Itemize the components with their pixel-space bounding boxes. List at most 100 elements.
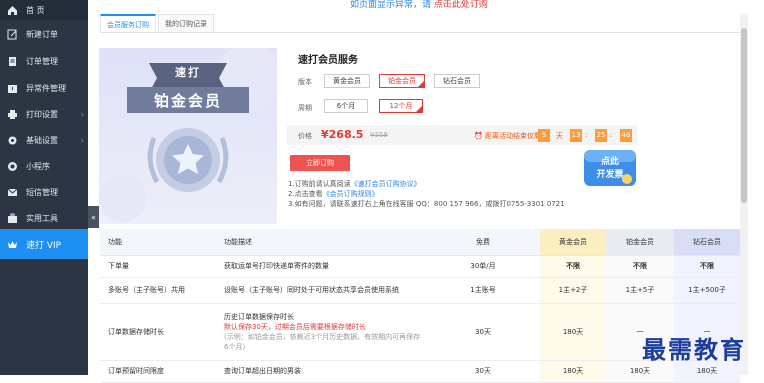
countdown-minutes: 25 <box>595 129 607 142</box>
sidebar-item-vip[interactable]: 速打 VIP <box>0 229 88 259</box>
cell-description: 历史订单数据保存时长 默认保存30天，过期会员后需要根据存储时长 (示例：如铂金… <box>216 303 426 361</box>
cycle-option-6m[interactable]: 6个月 <box>324 99 368 113</box>
sidebar-item-label: 异常件管理 <box>26 84 66 93</box>
description-note: (示例：如铂金会员，依赖近3个月历史数据，有效期内可再保存6个月） <box>224 332 421 351</box>
countdown-label-text: 距离活动结束仅剩 <box>484 132 541 140</box>
header-description: 功能描述 <box>216 229 426 256</box>
cell-description: 获取运单号打印快递单寄件的数量 <box>216 255 426 278</box>
product-image-ribbon: 速打 <box>175 66 201 79</box>
watermark: 最需教育 <box>642 335 746 364</box>
rules-link[interactable]: 《会员订购规则》 <box>323 190 379 198</box>
home-icon <box>7 5 18 16</box>
cell-feature: 下单量 <box>100 255 216 278</box>
table-header-row: 功能 功能描述 免费 黄金会员 铂金会员 钻石会员 <box>100 229 740 256</box>
sidebar-item-label: 短信管理 <box>26 188 58 197</box>
note-text: 1.订购前请认真阅读 <box>288 180 351 188</box>
tab-order-history[interactable]: 我的订购记录 <box>158 14 214 32</box>
product-image-banner: 铂金会员 <box>153 92 222 110</box>
collapse-sidebar-button[interactable]: « <box>88 206 99 228</box>
scrollbar[interactable] <box>740 14 748 375</box>
gear-icon <box>7 135 18 146</box>
sidebar-item-new-order[interactable]: 新建订单 <box>0 21 88 48</box>
top-notice-text: 如页面显示异常，请 <box>350 0 434 10</box>
table-row: 多账号（主子账号）共用 设账号（主子账号）同时处于可用状态共享会员使用系统 1主… <box>100 277 740 304</box>
chevron-right-icon: › <box>80 136 84 145</box>
product-title: 速打会员服务 <box>298 55 358 66</box>
countdown-hours: 13 <box>570 129 582 142</box>
header-free: 免费 <box>426 229 540 256</box>
cell-diamond: 1主+500子 <box>674 277 740 304</box>
version-option-platinum[interactable]: 铂金会员 <box>379 74 425 88</box>
countdown-days: 5 <box>538 129 550 142</box>
sidebar-item-label: 实用工具 <box>26 214 58 223</box>
original-price: ¥358 <box>370 131 388 139</box>
agreement-link[interactable]: 《速打会员订购协议》 <box>351 180 421 188</box>
cell-gold: 180天 <box>540 303 606 361</box>
sms-icon <box>7 187 18 198</box>
printer-icon <box>7 109 18 120</box>
sidebar-item-sms[interactable]: 短信管理 <box>0 179 88 206</box>
sidebar-item-miniprogram[interactable]: 小程序 <box>0 153 88 180</box>
sidebar-item-order-manage[interactable]: 订单管理 <box>0 48 88 75</box>
vip-icon <box>7 239 18 250</box>
header-feature: 功能 <box>100 229 216 256</box>
cell-feature: 订单数据存储时长 <box>100 303 216 361</box>
divider <box>100 32 740 33</box>
cell-description: 设账号（主子账号）同时处于可用状态共享会员使用系统 <box>216 277 426 304</box>
promo-line-1: 点此 <box>600 157 619 167</box>
sidebar-item-label: 首 页 <box>26 5 45 15</box>
document-icon <box>7 56 18 67</box>
header-diamond: 钻石会员 <box>674 229 740 256</box>
cell-free: 30天 <box>426 360 540 383</box>
edit-icon <box>7 29 18 40</box>
promo-line-2: 开发票 <box>596 170 624 180</box>
version-option-diamond[interactable]: 钻石会员 <box>434 74 480 88</box>
note-text: 2.点击查看 <box>288 190 323 198</box>
cell-free: 30单/月 <box>426 255 540 278</box>
price-label: 价格 <box>298 132 312 140</box>
buy-now-button[interactable]: 立即订购 <box>290 155 350 171</box>
description-warning: 默认保存30天，过期会员后需要根据存储时长 <box>224 322 366 331</box>
sidebar-item-print-settings[interactable]: 打印设置 › <box>0 101 88 128</box>
sidebar-item-label: 小程序 <box>26 162 50 171</box>
sidebar-item-label: 新建订单 <box>26 30 58 39</box>
cell-platinum: 1主+5子 <box>606 277 674 304</box>
cell-description: 查询订单超出日期的男装 <box>216 360 426 383</box>
note-text: 3.如有问题，请联系速打右上角在线客服 QQ：800 157 966，或拨打07… <box>288 200 565 208</box>
countdown-separator: : <box>585 131 588 139</box>
cell-free: 1主账号 <box>426 277 540 304</box>
top-notice-link[interactable]: 点击此处订购 <box>434 0 488 10</box>
miniprogram-icon <box>7 161 18 172</box>
countdown-label: ⏰ 距离活动结束仅剩 <box>474 131 541 141</box>
sidebar-item-home[interactable]: 首 页 <box>0 0 88 20</box>
cell-free: 30天 <box>426 303 540 361</box>
price-value: ¥268.5 <box>321 128 364 141</box>
cell-platinum: 不限 <box>606 255 674 278</box>
cell-feature: 订单预留时间限度 <box>100 360 216 383</box>
cycle-option-12m[interactable]: 12个月 <box>379 99 423 113</box>
sidebar-item-label: 速打 VIP <box>26 240 62 251</box>
cell-feature: 多账号（主子账号）共用 <box>100 277 216 304</box>
cell-gold: 不限 <box>540 255 606 278</box>
cell-gold: 1主+2子 <box>540 277 606 304</box>
version-option-gold[interactable]: 黄金会员 <box>324 74 370 88</box>
alarm-clock-icon: ⏰ <box>474 132 483 140</box>
chevron-right-icon: › <box>80 110 84 119</box>
sidebar-item-exception[interactable]: 异常件管理 <box>0 75 88 102</box>
cell-diamond: 不限 <box>674 255 740 278</box>
sidebar-item-basic-settings[interactable]: 基础设置 › <box>0 127 88 154</box>
table-row: 下单量 获取运单号打印快递单寄件的数量 30单/月 不限 不限 不限 <box>100 255 740 278</box>
sidebar-item-label: 打印设置 <box>26 110 58 119</box>
sidebar-item-tools[interactable]: 实用工具 <box>0 205 88 232</box>
header-platinum: 铂金会员 <box>606 229 674 256</box>
note-1: 1.订购前请认真阅读《速打会员订购协议》 <box>288 179 421 189</box>
warning-icon <box>7 83 18 94</box>
header-gold: 黄金会员 <box>540 229 606 256</box>
note-2: 2.点击查看《会员订购规则》 <box>288 189 379 199</box>
countdown-day-unit: 天 <box>556 132 563 140</box>
tab-bar: 会员服务订购 我的订购记录 <box>100 14 216 32</box>
scrollbar-thumb[interactable] <box>741 28 747 203</box>
product-image: 速打 铂金会员 <box>99 48 277 224</box>
tab-subscribe[interactable]: 会员服务订购 <box>100 14 156 32</box>
invoice-promo-button[interactable]: 点此 开发票 <box>582 148 638 188</box>
